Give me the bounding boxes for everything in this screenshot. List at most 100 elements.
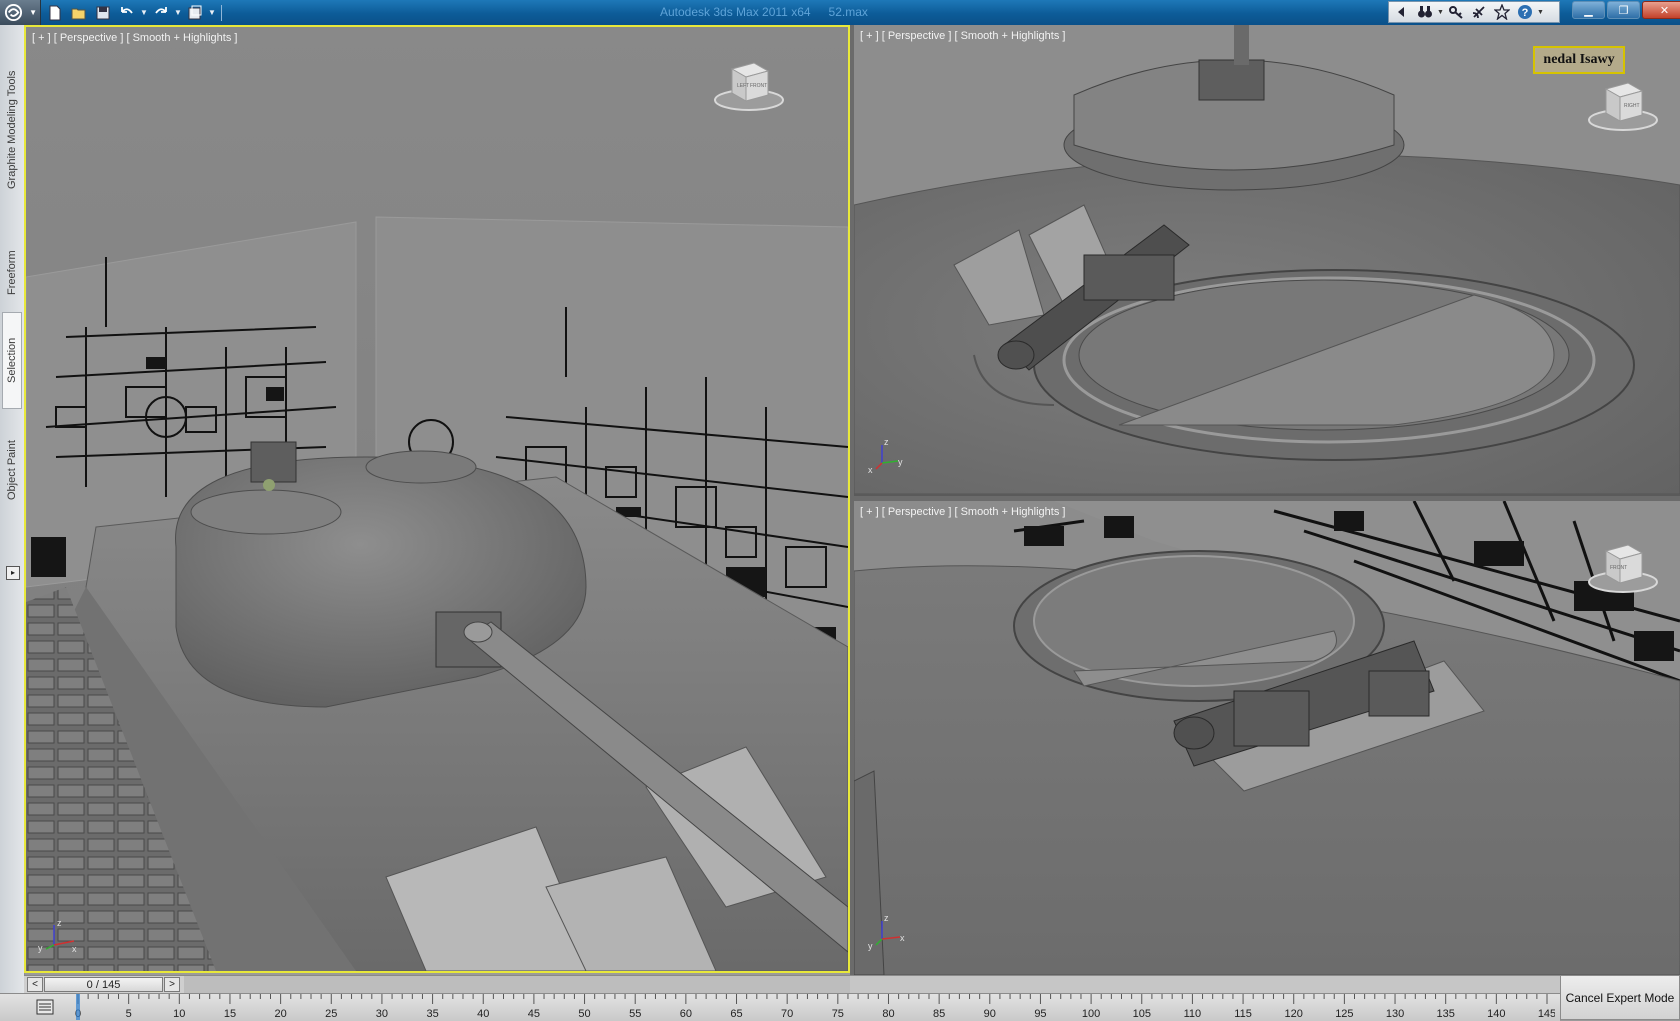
- viewport-perspective-top-right[interactable]: [ + ] [ Perspective ] [ Smooth + Highlig…: [854, 25, 1680, 496]
- frame-tick-label: 110: [1184, 1008, 1202, 1020]
- viewcube-left-text: LEFT: [737, 83, 749, 89]
- graphite-ribbon: Graphite Modeling Tools Freeform Selecti…: [0, 25, 25, 995]
- time-slider-next-button[interactable]: >: [164, 977, 180, 992]
- minimize-button[interactable]: ▁: [1572, 1, 1605, 19]
- ribbon-expand-button[interactable]: ▸: [6, 566, 20, 580]
- file-name: 52.max: [828, 5, 868, 19]
- undo-icon: [121, 6, 133, 14]
- axis-tripod: z x y: [864, 435, 906, 477]
- quick-access-toolbar: ▼ ▼ ▼: [44, 0, 222, 25]
- frame-tick-label: 75: [832, 1008, 844, 1020]
- communication-center-button[interactable]: [1468, 2, 1490, 22]
- axis-tripod: z y x: [864, 911, 906, 953]
- axis-tripod: z y x: [36, 917, 78, 959]
- axis-z-label: z: [884, 437, 889, 447]
- restore-button[interactable]: ❐: [1607, 1, 1640, 19]
- undo-dropdown[interactable]: ▼: [140, 3, 148, 23]
- ribbon-tab-label: Freeform: [6, 250, 18, 295]
- axis-tripod-icon: z x y: [868, 437, 903, 475]
- open-file-button[interactable]: [68, 3, 90, 23]
- time-slider[interactable]: < 0 / 145 >: [24, 975, 850, 994]
- axis-y-label: y: [898, 457, 903, 467]
- project-folder-button[interactable]: [184, 3, 206, 23]
- application-button[interactable]: ▼: [0, 0, 41, 25]
- track-bar[interactable]: 0510152025303540455055606570758085909510…: [0, 993, 1560, 1021]
- undo-button[interactable]: [116, 3, 138, 23]
- frame-tick-label: 120: [1285, 1008, 1303, 1020]
- viewport-label[interactable]: [ + ] [ Perspective ] [ Smooth + Highlig…: [860, 506, 1065, 518]
- frame-tick-label: 25: [325, 1008, 337, 1020]
- ribbon-tab-label: Graphite Modeling Tools: [6, 70, 18, 190]
- time-slider-extension: [850, 975, 1680, 994]
- viewport-label[interactable]: [ + ] [ Perspective ] [ Smooth + Highlig…: [860, 30, 1065, 42]
- redo-button[interactable]: [150, 3, 172, 23]
- frame-tick-label: 100: [1082, 1008, 1100, 1020]
- hatch-closeup-render: [854, 25, 1680, 494]
- close-icon: ✕: [1659, 4, 1670, 17]
- viewport-label[interactable]: [ + ] [ Perspective ] [ Smooth + Highlig…: [32, 32, 237, 44]
- app-title: Autodesk 3ds Max 2011 x64: [660, 5, 811, 19]
- window-controls: ▁ ❐ ✕: [1572, 1, 1680, 19]
- viewcube-right-text: RIGHT: [1624, 103, 1640, 109]
- new-icon: [49, 5, 61, 20]
- search-button[interactable]: [1414, 2, 1436, 22]
- ribbon-tab-freeform[interactable]: Freeform: [3, 230, 21, 315]
- save-file-button[interactable]: [92, 3, 114, 23]
- cancel-expert-mode-button[interactable]: Cancel Expert Mode: [1560, 975, 1680, 1020]
- ribbon-tab-label: Selection: [6, 337, 18, 384]
- frame-tick-label: 20: [274, 1008, 286, 1020]
- axis-tripod-icon: z y x: [868, 913, 905, 951]
- viewcube-icon: LEFT FRONT: [714, 62, 784, 111]
- help-button[interactable]: ?: [1514, 2, 1536, 22]
- frame-ruler[interactable]: 0510152025303540455055606570758085909510…: [75, 994, 1555, 1021]
- collapse-infocenter-button[interactable]: [1391, 2, 1413, 22]
- arrow-left-icon: [1398, 7, 1404, 17]
- ribbon-tab-graphite-modeling-tools[interactable]: Graphite Modeling Tools: [3, 55, 21, 205]
- key-icon: [1449, 6, 1463, 19]
- axis-y-label: y: [868, 941, 873, 951]
- star-icon: [1494, 4, 1510, 20]
- frame-tick-label: 140: [1487, 1008, 1505, 1020]
- frame-tick-label: 95: [1034, 1008, 1046, 1020]
- subscription-center-button[interactable]: [1445, 2, 1467, 22]
- frame-tick-label: 50: [578, 1008, 590, 1020]
- frame-tick-label: 115: [1234, 1008, 1252, 1020]
- new-file-button[interactable]: [44, 3, 66, 23]
- axis-x-label: x: [868, 465, 873, 475]
- favorites-button[interactable]: [1491, 2, 1513, 22]
- frame-tick-label: 125: [1335, 1008, 1353, 1020]
- viewport-perspective-left[interactable]: [ + ] [ Perspective ] [ Smooth + Highlig…: [24, 25, 850, 973]
- axis-x-label: x: [900, 933, 905, 943]
- help-dropdown[interactable]: ▼: [1537, 9, 1544, 16]
- time-slider-prev-button[interactable]: <: [27, 977, 43, 992]
- project-folder-icon: [188, 5, 202, 19]
- time-slider-thumb[interactable]: 0 / 145: [44, 977, 163, 992]
- frame-tick-label: 15: [224, 1008, 236, 1020]
- curve-editor-icon[interactable]: [36, 998, 54, 1016]
- time-slider-track[interactable]: [184, 976, 850, 994]
- ribbon-tab-label: Object Paint: [6, 440, 18, 500]
- binoculars-icon: [1418, 6, 1432, 18]
- open-icon: [71, 8, 86, 19]
- viewcube[interactable]: RIGHT: [1584, 75, 1662, 133]
- ribbon-tab-object-paint[interactable]: Object Paint: [3, 420, 21, 520]
- frame-tick-label: 70: [781, 1008, 793, 1020]
- viewcube-front-text: FRONT: [1610, 565, 1627, 571]
- viewport-perspective-bottom-right[interactable]: [ + ] [ Perspective ] [ Smooth + Highlig…: [854, 501, 1680, 975]
- chevron-right-icon: ▸: [10, 568, 15, 577]
- title-bar: ▼ ▼ ▼ ▼ Autodesk 3ds Max 2011 x64 52.max: [0, 0, 1680, 26]
- viewcube-icon: RIGHT: [1588, 82, 1658, 131]
- viewcube[interactable]: FRONT: [1584, 537, 1662, 595]
- customize-toolbar-dropdown[interactable]: ▼: [208, 3, 216, 23]
- axis-z-label: z: [884, 913, 889, 923]
- ribbon-tab-selection[interactable]: Selection: [2, 312, 22, 409]
- search-dropdown[interactable]: ▼: [1437, 9, 1444, 16]
- close-button[interactable]: ✕: [1642, 1, 1680, 19]
- frame-tick-label: 45: [528, 1008, 540, 1020]
- viewcube[interactable]: LEFT FRONT: [710, 55, 788, 113]
- frame-tick-label: 55: [629, 1008, 641, 1020]
- current-frame-marker[interactable]: [76, 994, 80, 1020]
- frame-tick-label: 40: [477, 1008, 489, 1020]
- viewcube-front-text: FRONT: [750, 83, 767, 89]
- redo-dropdown[interactable]: ▼: [174, 3, 182, 23]
